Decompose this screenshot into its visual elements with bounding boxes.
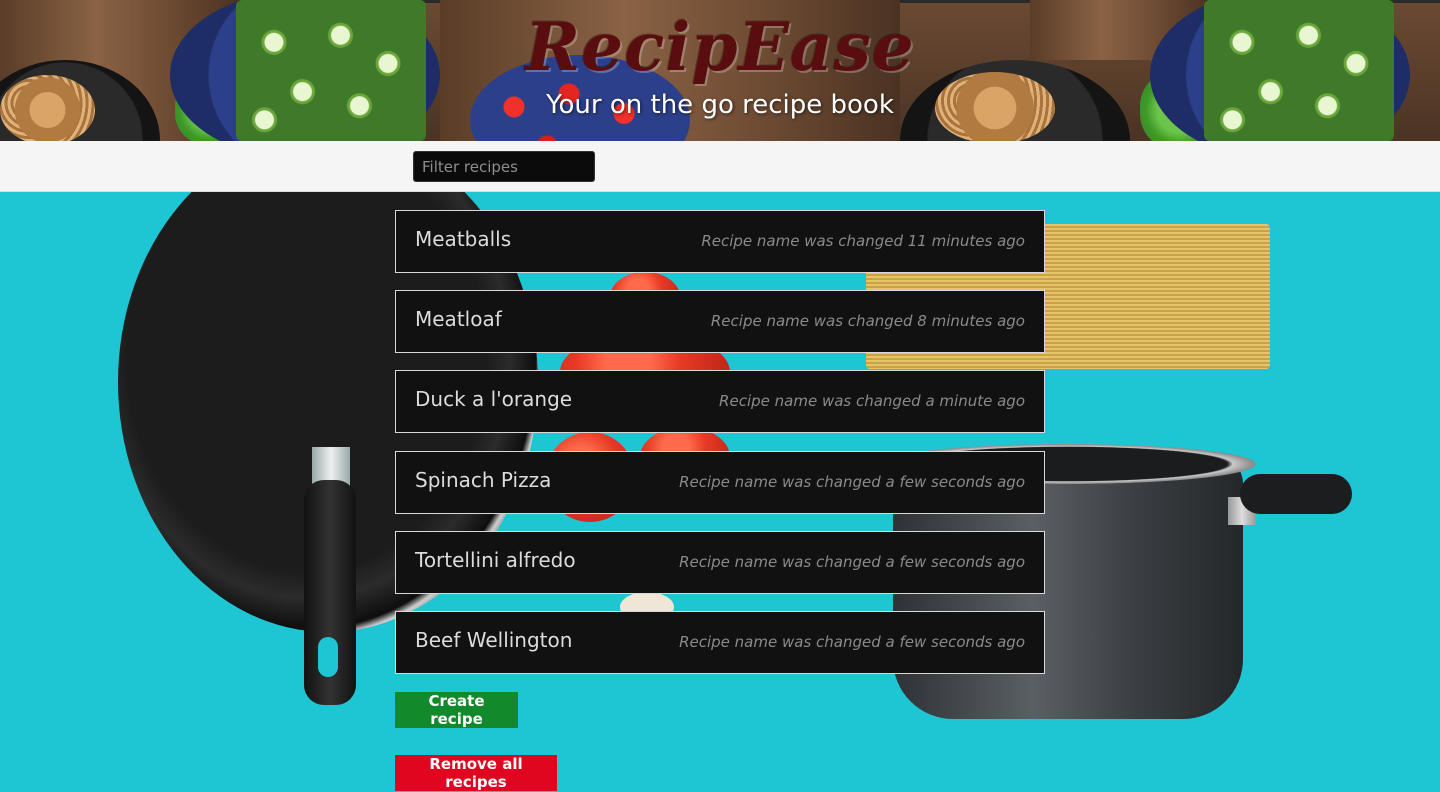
recipe-item[interactable]: Meatballs Recipe name was changed 11 min… bbox=[395, 210, 1045, 273]
recipe-status: Recipe name was changed a few seconds ag… bbox=[679, 553, 1025, 571]
recipe-status: Recipe name was changed a few seconds ag… bbox=[679, 633, 1025, 651]
create-recipe-button[interactable]: Create recipe bbox=[395, 692, 518, 728]
remove-all-recipes-button[interactable]: Remove all recipes bbox=[395, 755, 557, 791]
recipe-item[interactable]: Spinach Pizza Recipe name was changed a … bbox=[395, 451, 1045, 514]
recipe-name: Spinach Pizza bbox=[415, 468, 552, 492]
pot-handle bbox=[1240, 474, 1352, 514]
recipe-item[interactable]: Duck a l'orange Recipe name was changed … bbox=[395, 370, 1045, 433]
filter-bar bbox=[0, 141, 1440, 192]
header-banner: RecipEase Your on the go recipe book bbox=[0, 0, 1440, 141]
recipe-item[interactable]: Meatloaf Recipe name was changed 8 minut… bbox=[395, 290, 1045, 353]
recipe-status: Recipe name was changed 11 minutes ago bbox=[701, 232, 1025, 250]
recipe-name: Meatloaf bbox=[415, 307, 502, 331]
recipe-item[interactable]: Beef Wellington Recipe name was changed … bbox=[395, 611, 1045, 674]
recipe-item[interactable]: Tortellini alfredo Recipe name was chang… bbox=[395, 531, 1045, 594]
tagline: Your on the go recipe book bbox=[546, 90, 894, 120]
filter-recipes-input[interactable] bbox=[413, 151, 595, 182]
recipe-status: Recipe name was changed a minute ago bbox=[719, 392, 1025, 410]
recipe-name: Duck a l'orange bbox=[415, 387, 573, 411]
recipe-status: Recipe name was changed a few seconds ag… bbox=[679, 473, 1025, 491]
recipe-name: Tortellini alfredo bbox=[415, 548, 576, 572]
recipe-status: Recipe name was changed 8 minutes ago bbox=[710, 312, 1025, 330]
recipe-name: Beef Wellington bbox=[415, 628, 573, 652]
recipe-name: Meatballs bbox=[415, 227, 512, 251]
brand-logo: RecipEase bbox=[525, 8, 915, 86]
pan-handle-hole bbox=[318, 637, 338, 677]
